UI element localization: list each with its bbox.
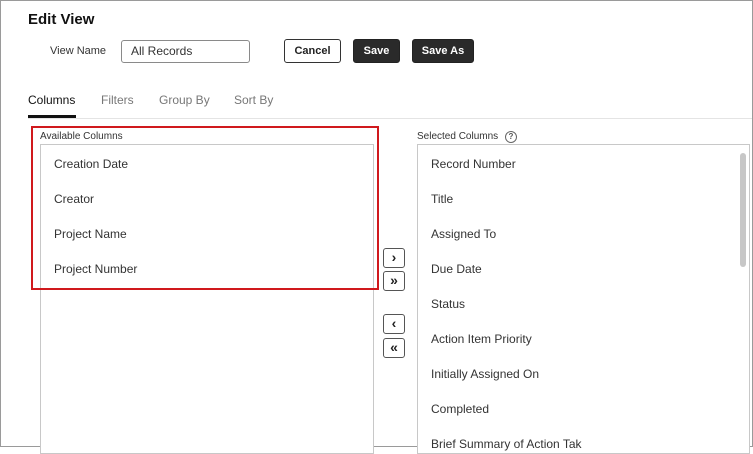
tabs-divider: [28, 118, 752, 119]
tab-sort-by[interactable]: Sort By: [234, 93, 273, 107]
list-item[interactable]: Assigned To: [431, 227, 496, 241]
list-item[interactable]: Project Name: [54, 227, 127, 241]
tab-columns[interactable]: Columns: [28, 93, 75, 107]
list-item[interactable]: Creator: [54, 192, 94, 206]
selected-columns-list[interactable]: Record Number Title Assigned To Due Date…: [417, 144, 750, 454]
help-icon[interactable]: ?: [505, 131, 517, 143]
available-columns-list[interactable]: Creation Date Creator Project Name Proje…: [40, 144, 374, 454]
page-title: Edit View: [28, 11, 95, 28]
tab-filters[interactable]: Filters: [101, 93, 134, 107]
list-item[interactable]: Status: [431, 297, 465, 311]
available-columns-label: Available Columns: [40, 131, 123, 142]
save-as-button[interactable]: Save As: [412, 39, 474, 63]
list-item[interactable]: Title: [431, 192, 453, 206]
list-item[interactable]: Action Item Priority: [431, 332, 532, 346]
list-item[interactable]: Project Number: [54, 262, 137, 276]
save-button[interactable]: Save: [353, 39, 400, 63]
move-all-left-button[interactable]: «: [383, 338, 405, 358]
move-left-button[interactable]: ‹: [383, 314, 405, 334]
list-item[interactable]: Initially Assigned On: [431, 367, 539, 381]
list-item[interactable]: Completed: [431, 402, 489, 416]
view-name-label: View Name: [50, 45, 107, 57]
scrollbar[interactable]: [740, 153, 746, 267]
move-right-button[interactable]: ›: [383, 248, 405, 268]
selected-columns-label: Selected Columns: [417, 131, 499, 142]
cancel-button[interactable]: Cancel: [284, 39, 341, 63]
tab-group-by[interactable]: Group By: [159, 93, 210, 107]
list-item[interactable]: Creation Date: [54, 157, 128, 171]
move-all-right-button[interactable]: »: [383, 271, 405, 291]
list-item[interactable]: Brief Summary of Action Tak: [431, 437, 582, 451]
list-item[interactable]: Record Number: [431, 157, 516, 171]
view-name-input[interactable]: All Records: [121, 40, 250, 63]
list-item[interactable]: Due Date: [431, 262, 482, 276]
